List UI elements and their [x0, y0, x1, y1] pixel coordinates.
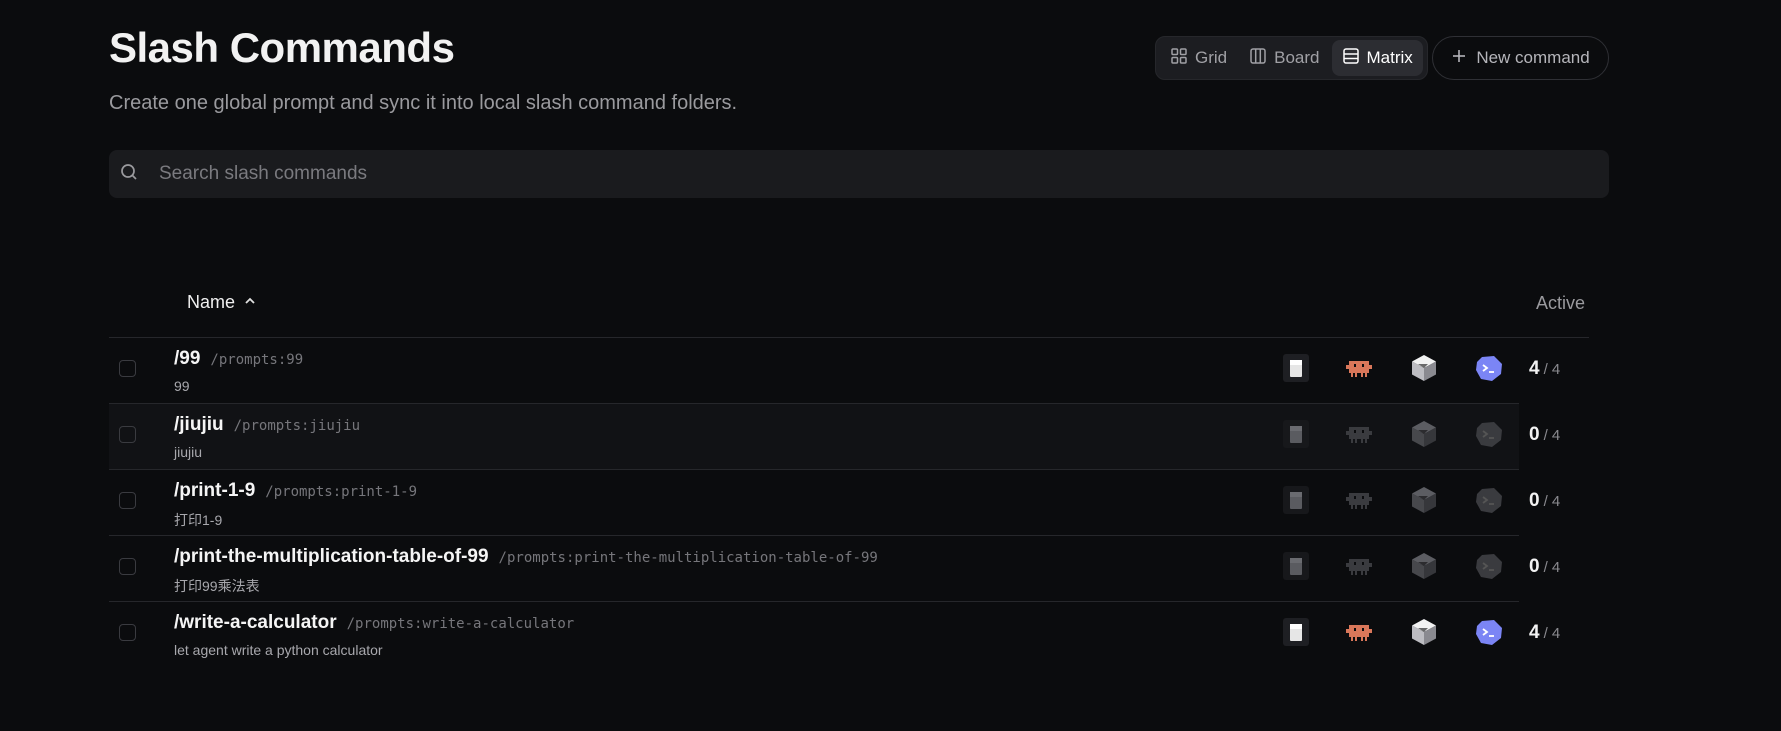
- cursor-tool-toggle-icon[interactable]: [1280, 418, 1312, 450]
- codex-tool-toggle-icon[interactable]: [1408, 616, 1440, 648]
- command-path: /prompts:write-a-calculator: [346, 616, 575, 632]
- cursor-tool-toggle-icon[interactable]: [1280, 352, 1312, 384]
- table-row: /jiujiu /prompts:jiujiu jiujiu 0/ 4: [109, 404, 1560, 470]
- claude-tool-toggle-icon[interactable]: [1343, 616, 1375, 648]
- codex-tool-toggle-icon[interactable]: [1408, 418, 1440, 450]
- command-name[interactable]: /print-the-multiplication-table-of-99: [174, 546, 489, 568]
- name-header-label: Name: [187, 292, 236, 312]
- gemini-tool-toggle-icon[interactable]: [1473, 550, 1505, 582]
- claude-tool-toggle-icon[interactable]: [1343, 418, 1375, 450]
- active-value: 0: [1529, 556, 1540, 577]
- view-board-button[interactable]: Board: [1239, 40, 1329, 76]
- active-total: / 4: [1543, 361, 1561, 378]
- table-row: /99 /prompts:99 99 4/ 4: [109, 338, 1560, 404]
- codex-tool-toggle-icon[interactable]: [1408, 484, 1440, 516]
- cursor-tool-toggle-icon[interactable]: [1280, 616, 1312, 648]
- active-count: 0/ 4: [1529, 556, 1560, 578]
- board-columns-icon: [1249, 47, 1267, 70]
- row-checkbox[interactable]: [119, 360, 136, 377]
- command-description: 打印1-9: [174, 512, 223, 528]
- claude-tool-toggle-icon[interactable]: [1343, 484, 1375, 516]
- view-grid-label: Grid: [1195, 48, 1228, 67]
- cursor-tool-toggle-icon[interactable]: [1280, 550, 1312, 582]
- command-description: jiujiu: [174, 444, 203, 460]
- grid-icon: [1170, 47, 1188, 70]
- row-checkbox[interactable]: [119, 558, 136, 575]
- gemini-tool-toggle-icon[interactable]: [1473, 484, 1505, 516]
- active-value: 0: [1529, 490, 1540, 511]
- matrix-table-icon: [1342, 47, 1360, 70]
- cursor-tool-toggle-icon[interactable]: [1280, 484, 1312, 516]
- table-row: /write-a-calculator /prompts:write-a-cal…: [109, 602, 1560, 668]
- new-command-label: New command: [1476, 48, 1590, 67]
- table-row: /print-the-multiplication-table-of-99 /p…: [109, 536, 1560, 602]
- row-checkbox[interactable]: [119, 624, 136, 641]
- gemini-tool-toggle-icon[interactable]: [1473, 352, 1505, 384]
- gemini-tool-toggle-icon[interactable]: [1473, 418, 1505, 450]
- command-path: /prompts:print-the-multiplication-table-…: [498, 550, 878, 566]
- search-icon: [109, 162, 139, 187]
- table-row: /print-1-9 /prompts:print-1-9 打印1-9 0/ 4: [109, 470, 1560, 536]
- codex-tool-toggle-icon[interactable]: [1408, 550, 1440, 582]
- active-total: / 4: [1543, 559, 1561, 576]
- search-bar: [109, 150, 1609, 198]
- active-total: / 4: [1543, 625, 1561, 642]
- active-count: 0/ 4: [1529, 424, 1560, 446]
- active-value: 0: [1529, 424, 1540, 445]
- active-total: / 4: [1543, 427, 1561, 444]
- new-command-button[interactable]: New command: [1432, 36, 1609, 80]
- gemini-tool-toggle-icon[interactable]: [1473, 616, 1505, 648]
- search-input[interactable]: [157, 162, 1561, 186]
- command-description: 打印99乘法表: [174, 578, 260, 594]
- view-grid-button[interactable]: Grid: [1160, 40, 1237, 76]
- command-description: 99: [174, 378, 190, 394]
- active-value: 4: [1529, 622, 1540, 643]
- command-name[interactable]: /print-1-9: [174, 480, 255, 502]
- page-subtitle: Create one global prompt and sync it int…: [109, 92, 738, 114]
- active-header: Active: [1536, 293, 1586, 313]
- page-title: Slash Commands: [109, 24, 455, 71]
- active-count: 4/ 4: [1529, 358, 1560, 380]
- view-switch: Grid Board Matrix: [1155, 36, 1428, 80]
- chevron-up-icon: [243, 292, 257, 313]
- active-count: 4/ 4: [1529, 622, 1560, 644]
- command-description: let agent write a python calculator: [174, 642, 383, 658]
- command-name[interactable]: /write-a-calculator: [174, 612, 337, 634]
- row-checkbox[interactable]: [119, 492, 136, 509]
- command-name[interactable]: /99: [174, 348, 200, 370]
- row-checkbox[interactable]: [119, 426, 136, 443]
- view-board-label: Board: [1274, 48, 1320, 67]
- claude-tool-toggle-icon[interactable]: [1343, 352, 1375, 384]
- view-matrix-button[interactable]: Matrix: [1331, 40, 1423, 76]
- commands-table-body: /99 /prompts:99 99 4/ 4 /jiujiu /prompts…: [109, 338, 1560, 668]
- active-value: 4: [1529, 358, 1540, 379]
- name-sort-header[interactable]: Name: [187, 292, 257, 313]
- plus-icon: [1451, 48, 1467, 69]
- codex-tool-toggle-icon[interactable]: [1408, 352, 1440, 384]
- command-name[interactable]: /jiujiu: [174, 414, 224, 436]
- command-path: /prompts:99: [210, 352, 304, 368]
- claude-tool-toggle-icon[interactable]: [1343, 550, 1375, 582]
- table-header: Name Active: [109, 278, 1589, 338]
- view-matrix-label: Matrix: [1366, 48, 1413, 67]
- active-count: 0/ 4: [1529, 490, 1560, 512]
- command-path: /prompts:jiujiu: [233, 418, 361, 434]
- active-total: / 4: [1543, 493, 1561, 510]
- command-path: /prompts:print-1-9: [265, 484, 417, 500]
